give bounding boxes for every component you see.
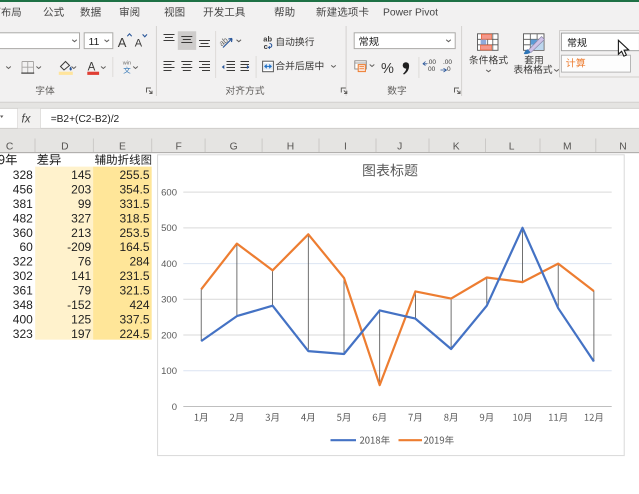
svg-text:197: 197 <box>71 327 91 341</box>
svg-text:76: 76 <box>78 255 92 269</box>
svg-text:253.5: 253.5 <box>119 226 149 240</box>
svg-text:331.5: 331.5 <box>119 197 149 211</box>
svg-text:-152: -152 <box>67 298 91 312</box>
svg-text:318.5: 318.5 <box>119 211 149 225</box>
svg-text:c: c <box>264 42 268 51</box>
svg-text:322: 322 <box>13 255 33 269</box>
svg-text:N: N <box>619 141 626 152</box>
svg-text:302: 302 <box>13 269 33 283</box>
svg-text:284: 284 <box>129 255 149 269</box>
svg-text:.00: .00 <box>443 59 452 66</box>
svg-text:Power Pivot: Power Pivot <box>383 7 438 18</box>
svg-text:100: 100 <box>161 366 177 377</box>
svg-text:E: E <box>119 141 126 152</box>
svg-text:=B2+(C2-B2)/2: =B2+(C2-B2)/2 <box>51 114 120 125</box>
svg-text:A: A <box>135 38 143 50</box>
svg-text:400: 400 <box>13 312 33 326</box>
svg-text:.00: .00 <box>427 59 436 66</box>
svg-text:348: 348 <box>13 298 33 312</box>
svg-text:224.5: 224.5 <box>119 327 149 341</box>
svg-text:I: I <box>344 141 347 152</box>
svg-text:79: 79 <box>78 284 92 298</box>
svg-text:500: 500 <box>161 223 177 234</box>
svg-text:456: 456 <box>13 183 33 197</box>
svg-text:0: 0 <box>447 66 451 73</box>
svg-text:D: D <box>61 141 68 152</box>
svg-text:C: C <box>6 141 14 152</box>
svg-text:win: win <box>122 61 131 67</box>
svg-text:354.5: 354.5 <box>119 183 149 197</box>
svg-text:231.5: 231.5 <box>119 269 149 283</box>
svg-text:424: 424 <box>129 298 149 312</box>
svg-text:125: 125 <box>71 312 91 326</box>
svg-text:145: 145 <box>71 168 91 182</box>
svg-text:L: L <box>509 141 515 152</box>
svg-text:-209: -209 <box>67 240 91 254</box>
svg-text:203: 203 <box>71 183 91 197</box>
svg-text:327: 327 <box>71 211 91 225</box>
svg-text:164.5: 164.5 <box>119 240 149 254</box>
svg-text:K: K <box>453 141 460 152</box>
svg-text:141: 141 <box>71 269 91 283</box>
svg-text:G: G <box>230 141 238 152</box>
svg-text:fx: fx <box>22 114 32 126</box>
svg-text:213: 213 <box>71 226 91 240</box>
svg-text:%: % <box>381 61 394 77</box>
svg-text:400: 400 <box>161 259 177 270</box>
svg-text:11: 11 <box>89 36 100 48</box>
svg-text:255.5: 255.5 <box>119 168 149 182</box>
svg-text:F: F <box>175 141 181 152</box>
svg-text:H: H <box>287 141 294 152</box>
svg-text:J: J <box>397 141 402 152</box>
svg-text:A: A <box>118 35 127 50</box>
svg-text:300: 300 <box>161 295 177 306</box>
svg-text:M: M <box>563 141 572 152</box>
svg-text:328: 328 <box>13 168 33 182</box>
svg-text:99: 99 <box>78 197 92 211</box>
svg-text:0: 0 <box>172 402 177 413</box>
svg-text:360: 360 <box>13 226 33 240</box>
svg-text:323: 323 <box>13 327 33 341</box>
svg-text:361: 361 <box>13 284 33 298</box>
svg-text:200: 200 <box>161 330 177 341</box>
svg-text:321.5: 321.5 <box>119 284 149 298</box>
svg-text:600: 600 <box>161 188 177 199</box>
svg-text:381: 381 <box>13 197 33 211</box>
svg-text:337.5: 337.5 <box>119 312 149 326</box>
svg-text:00: 00 <box>428 66 436 73</box>
svg-text:60: 60 <box>19 240 33 254</box>
svg-text:482: 482 <box>13 211 33 225</box>
